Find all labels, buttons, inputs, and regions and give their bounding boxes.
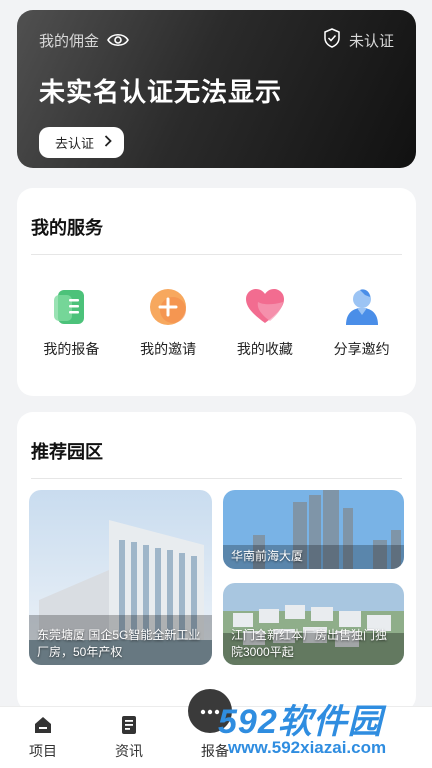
park-caption: 东莞塘厦 国企5G智能全新工业厂房，50年产权 — [37, 628, 201, 659]
status-text: 未认证 — [348, 32, 394, 50]
park-card-tangxia[interactable]: 东莞塘厦 国企5G智能全新工业厂房，50年产权 — [29, 490, 212, 665]
nav-item-news[interactable]: 资讯 — [99, 715, 159, 761]
home-icon — [33, 715, 53, 735]
shield-icon — [323, 28, 341, 52]
invite-icon — [146, 285, 190, 329]
services-title: 我的服务 — [31, 218, 103, 238]
park-card-jiangmen[interactable]: 江门全新红本厂房出售独门独院3000平起 — [223, 583, 404, 665]
park-caption: 华南前海大厦 — [231, 549, 304, 563]
news-icon — [119, 715, 139, 735]
service-label: 我的收藏 — [236, 341, 293, 357]
services-panel: 我的服务 我的报备 我的邀请 我的收藏 分享邀约 — [17, 188, 416, 396]
nav-item-projects[interactable]: 项目 — [13, 715, 73, 761]
report-icon — [49, 285, 93, 329]
nav-label: 项目 — [29, 743, 57, 759]
service-my-reports[interactable]: 我的报备 — [26, 285, 116, 359]
share-user-icon — [340, 285, 384, 329]
divider — [31, 478, 402, 479]
parks-panel: 推荐园区 东莞塘厦 国企5G智能全新工业厂房，50年产权 华南前海大厦 江门全新… — [17, 412, 416, 712]
service-my-favorites[interactable]: 我的收藏 — [220, 285, 310, 359]
service-label: 我的邀请 — [140, 341, 197, 357]
commission-card: 我的佣金 未认证 未实名认证无法显示 去认证 — [17, 10, 416, 168]
service-share-invite[interactable]: 分享邀约 — [317, 285, 407, 359]
heart-icon — [243, 285, 287, 329]
park-card-qianhai[interactable]: 华南前海大厦 — [223, 490, 404, 569]
park-caption: 江门全新红本厂房出售独门独院3000平起 — [231, 628, 388, 659]
commission-title: 未实名认证无法显示 — [39, 77, 283, 107]
verify-button[interactable]: 去认证 — [39, 127, 125, 158]
service-my-invites[interactable]: 我的邀请 — [123, 285, 213, 359]
watermark-url: www.592xiazai.com — [228, 738, 387, 757]
watermark-logo: 592软件园 — [218, 703, 383, 741]
services-row: 我的报备 我的邀请 我的收藏 分享邀约 — [17, 255, 416, 359]
nav-label: 资讯 — [115, 743, 143, 759]
commission-header: 我的佣金 未认证 — [39, 28, 394, 52]
verify-button-label: 去认证 — [55, 136, 95, 151]
verification-status: 未认证 — [323, 28, 394, 52]
eye-icon[interactable] — [107, 33, 129, 47]
commission-label: 我的佣金 — [39, 32, 100, 50]
commission-label-group: 我的佣金 — [39, 30, 129, 51]
service-label: 分享邀约 — [333, 341, 390, 357]
watermark: 592软件园 www.592xiazai.com — [210, 690, 432, 768]
parks-title: 推荐园区 — [31, 442, 103, 462]
service-label: 我的报备 — [43, 341, 100, 357]
chevron-right-icon — [104, 135, 112, 150]
